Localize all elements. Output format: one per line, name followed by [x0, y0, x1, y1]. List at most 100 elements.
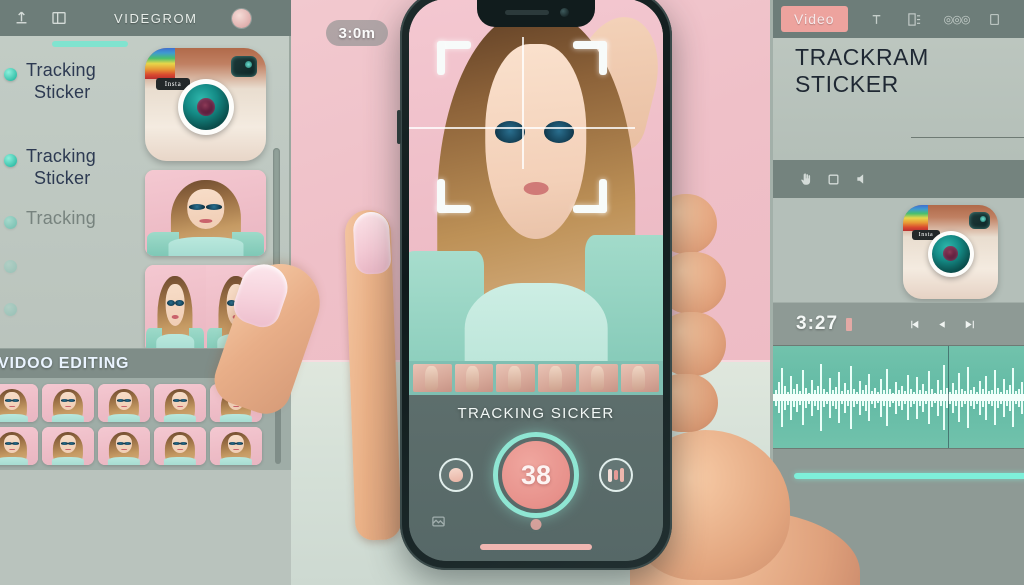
grid-thumbnail[interactable] [154, 427, 206, 465]
bullet-icon [4, 302, 17, 316]
instagram-icon[interactable]: Insta [903, 205, 998, 299]
right-panel-subbar [773, 160, 1024, 198]
transport-controls [907, 318, 977, 331]
export-icon[interactable] [986, 10, 1004, 28]
filmstrip-frame[interactable] [537, 364, 576, 392]
phone-screen[interactable]: TRACKING SICKER 38 [409, 0, 663, 561]
filmstrip-frame[interactable] [454, 364, 493, 392]
adjust-button[interactable] [599, 458, 633, 492]
timeline-header: 3:27 [773, 302, 1024, 346]
right-panel-title: TRACKRAM STICKER [795, 44, 929, 98]
playhead[interactable] [948, 346, 949, 449]
tracking-corner-icon [573, 41, 607, 75]
phone-device: TRACKING SICKER 38 [397, 0, 672, 570]
audio-track [773, 449, 1024, 501]
effects-icon[interactable]: ◎◎◎ [944, 10, 971, 28]
right-panel-media: Insta [773, 198, 1024, 302]
camera-lens [931, 234, 970, 273]
viewfinder-icon [231, 56, 257, 77]
grid-thumbnail[interactable] [210, 427, 262, 465]
audio-track-bar[interactable] [794, 473, 1024, 479]
list-item-line1: Tracking [26, 60, 96, 80]
filmstrip-frame[interactable] [413, 364, 452, 392]
gallery-icon[interactable] [431, 514, 446, 534]
prev-icon[interactable] [936, 319, 948, 330]
volume-icon[interactable] [854, 172, 870, 186]
list-item[interactable]: Tracking Sticker [0, 60, 146, 104]
phone-controls: TRACKING SICKER 38 [409, 395, 663, 561]
next-icon[interactable] [962, 318, 977, 331]
list-item-line1: Tracking [26, 145, 96, 166]
instagram-icon[interactable]: Insta [145, 48, 266, 161]
filmstrip-frame[interactable] [579, 364, 618, 392]
list-item-line2: Sticker [34, 167, 91, 188]
camera-lens-ring [927, 230, 974, 277]
tracking-corner-icon [573, 179, 607, 213]
bullet-icon [4, 259, 17, 273]
timer-badge: 3:0m [326, 20, 388, 46]
timeline-marker-icon [846, 317, 853, 331]
video-editing-title: VIDOO EDITING [0, 354, 130, 372]
grid-thumbnail[interactable] [98, 384, 150, 422]
right-title-line2: STICKER [795, 71, 899, 98]
list-item-label: Tracking Sticker [26, 60, 96, 104]
controls-footer [409, 508, 663, 550]
list-item[interactable]: Tracking [0, 208, 146, 230]
tracking-list: Tracking Sticker Tracking Sticker Tracki… [0, 52, 146, 318]
layers-icon[interactable] [906, 10, 924, 28]
record-ring: 38 [493, 432, 579, 518]
phone-side-button[interactable] [397, 110, 401, 144]
tab-video[interactable]: Video [781, 6, 848, 32]
face-tracking-frame[interactable] [409, 37, 635, 213]
grid-thumbnail[interactable] [0, 427, 38, 465]
list-item-label: Tracking [26, 207, 96, 228]
frame-icon[interactable] [827, 173, 840, 186]
phone-notch [477, 0, 595, 27]
list-item[interactable]: Tracking Sticker [0, 146, 146, 190]
right-panel-footer [773, 501, 1024, 585]
sticker-icon [449, 468, 463, 482]
text-icon[interactable] [868, 10, 886, 28]
skip-back-icon[interactable] [907, 318, 922, 331]
hand-icon[interactable] [799, 172, 813, 187]
rainbow-stripe [903, 205, 928, 231]
list-item[interactable] [0, 295, 146, 316]
filmstrip[interactable] [409, 361, 663, 395]
photo-card[interactable] [145, 170, 266, 256]
portrait-thumbnail [145, 170, 266, 256]
controls-title: TRACKING SICKER [457, 405, 615, 422]
record-button[interactable]: 38 [502, 441, 570, 509]
crosshair-vertical [522, 37, 524, 169]
sticker-button[interactable] [439, 458, 473, 492]
status-dot [530, 519, 542, 530]
audio-waveform[interactable] [773, 346, 1024, 449]
share-icon[interactable] [12, 9, 31, 28]
controls-row: 38 [409, 432, 663, 518]
grid-thumbnail[interactable] [98, 427, 150, 465]
list-item-line2: Sticker [34, 81, 91, 102]
list-item-label: Tracking Sticker [26, 146, 96, 190]
grid-thumbnail[interactable] [154, 384, 206, 422]
layout-icon[interactable] [49, 9, 68, 28]
adjust-icon [608, 468, 624, 482]
grid-thumbnail[interactable] [42, 384, 94, 422]
left-toolbar: VIDEGROM [0, 0, 291, 36]
filmstrip-frame[interactable] [496, 364, 535, 392]
tracking-corner-icon [437, 41, 471, 75]
viewfinder-icon [969, 212, 990, 229]
bullet-icon [4, 215, 17, 229]
camera-lens [182, 83, 229, 130]
list-item[interactable] [0, 252, 146, 273]
grid-thumbnail[interactable] [42, 427, 94, 465]
screenshot-root: VIDEGROM Tracking Sticker Tracking Stick… [0, 0, 1024, 585]
front-camera-icon [560, 8, 569, 17]
right-panel-header: TRACKRAM STICKER [773, 38, 1024, 179]
avatar[interactable] [231, 8, 251, 28]
divider-line [911, 137, 1024, 138]
rainbow-stripe [145, 48, 175, 79]
tracking-corner-icon [437, 179, 471, 213]
home-indicator[interactable] [480, 544, 592, 550]
filmstrip-frame[interactable] [620, 364, 659, 392]
grid-thumbnail[interactable] [0, 384, 38, 422]
right-title-line1: TRACKRAM [795, 44, 929, 70]
